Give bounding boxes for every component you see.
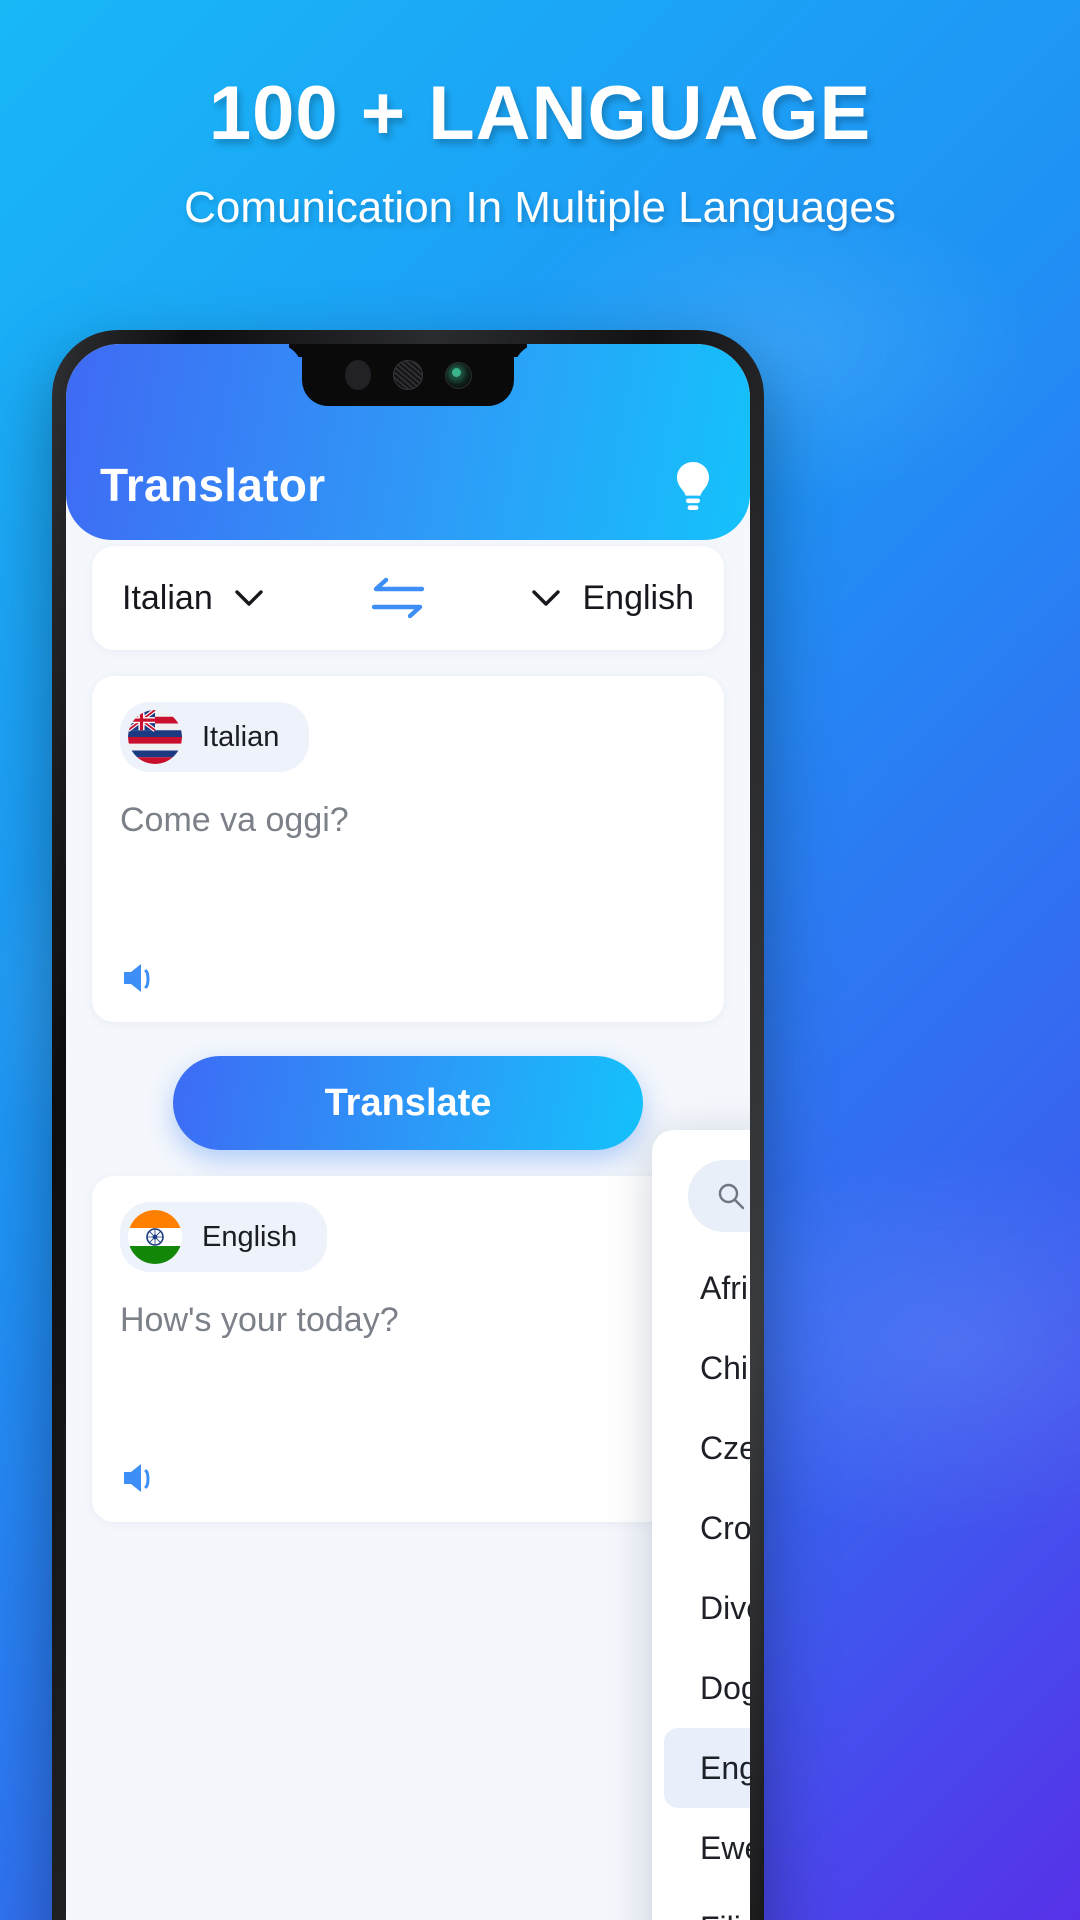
language-list-item-label: Czech <box>700 1429 750 1466</box>
language-list-item[interactable]: Croatian <box>664 1488 750 1568</box>
page-title: Translator <box>100 459 326 511</box>
target-language-badge: English <box>120 1202 328 1272</box>
target-card-language-label: English <box>202 1220 298 1253</box>
hawaii-flag-icon <box>128 710 182 764</box>
language-list-item[interactable]: Filipino <box>664 1888 750 1920</box>
source-language-dropdown[interactable]: Italian <box>122 579 263 618</box>
phone-screen: Translator Italian English Italian Come … <box>66 344 750 1920</box>
phone-notch <box>302 344 514 406</box>
language-selector-row: Italian English <box>92 546 724 650</box>
volume-icon[interactable] <box>120 1460 160 1496</box>
language-list-item-label: Afrikaans <box>700 1269 750 1306</box>
lightbulb-icon[interactable] <box>670 460 716 512</box>
search-icon <box>716 1181 746 1211</box>
language-list-item-label: Divehi <box>700 1589 750 1626</box>
source-language-badge: Italian <box>120 702 310 772</box>
target-text-card[interactable]: English How's your today? <box>92 1176 724 1522</box>
language-list-item[interactable]: Chinese <box>664 1328 750 1408</box>
language-list-item[interactable]: English <box>664 1728 750 1808</box>
promo-banner: 100 + LANGUAGE Comunication In Multiple … <box>0 0 1080 1920</box>
language-list-item[interactable]: Afrikaans <box>664 1248 750 1328</box>
language-list-item[interactable]: Divehi <box>664 1568 750 1648</box>
volume-icon[interactable] <box>120 960 160 996</box>
phone-mockup: Translator Italian English Italian Come … <box>52 330 764 1920</box>
chevron-down-icon <box>235 589 263 607</box>
promo-title: 100 + LANGUAGE <box>208 71 872 156</box>
language-list-item-label: Chinese <box>700 1349 750 1386</box>
target-language-label: English <box>582 578 694 617</box>
india-flag-icon <box>128 1210 182 1264</box>
promo-subtitle: Comunication In Multiple Languages <box>184 183 896 232</box>
language-dropdown-panel[interactable]: Search Afrikaans Chinese Czech Croatian Dive… <box>652 1130 750 1920</box>
swap-languages-button[interactable] <box>370 575 426 621</box>
language-list-item-label: English <box>700 1749 750 1786</box>
language-list-item[interactable]: Dogri <box>664 1648 750 1728</box>
promo-header: 100 + LANGUAGE Comunication In Multiple … <box>0 76 1080 232</box>
source-language-label: Italian <box>122 578 213 617</box>
translate-row: Translate <box>92 1056 724 1150</box>
translate-button[interactable]: Translate <box>173 1056 643 1150</box>
app-content: Italian English Italian Come va oggi? Tr… <box>66 512 750 1920</box>
language-list[interactable]: Afrikaans Chinese Czech Croatian Divehi Dogri… <box>652 1248 750 1920</box>
source-text: Come va oggi? <box>120 801 349 839</box>
source-card-language-label: Italian <box>202 720 280 753</box>
front-camera-icon <box>444 361 472 389</box>
chevron-down-icon <box>532 589 561 607</box>
target-text: How's your today? <box>120 1301 399 1339</box>
earpiece-speaker-icon <box>392 360 423 390</box>
language-list-item-label: Ewe <box>700 1829 750 1866</box>
target-language-dropdown[interactable]: English <box>532 579 694 618</box>
search-input[interactable]: Search <box>688 1160 750 1232</box>
language-list-item[interactable]: Ewe <box>664 1808 750 1888</box>
proximity-sensor-icon <box>344 360 371 390</box>
language-list-item-label: Croatian <box>700 1509 750 1546</box>
source-text-card[interactable]: Italian Come va oggi? <box>92 676 724 1022</box>
language-list-item-label: Dogri <box>700 1669 750 1706</box>
language-list-item[interactable]: Czech <box>664 1408 750 1488</box>
language-list-item-label: Filipino <box>700 1910 750 1920</box>
